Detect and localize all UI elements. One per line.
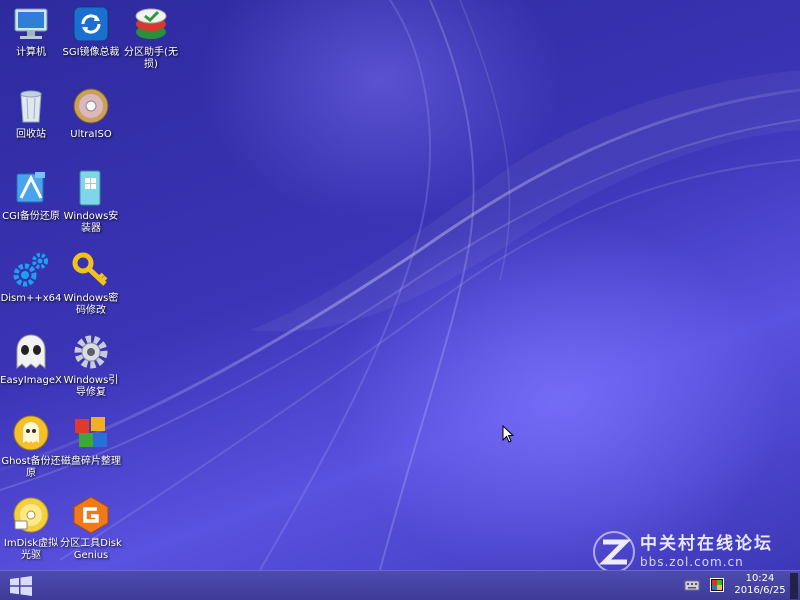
desktop-icon-label: Windows密码修改: [63, 293, 119, 316]
desktop-icon-label: 分区助手(无损): [124, 47, 178, 70]
desktop[interactable]: 计算机 回收站 CGI备份还原 Dism++x64 EasyImageX Gho…: [0, 0, 800, 570]
desktop-icon-easyimagex[interactable]: EasyImageX: [0, 328, 62, 406]
display-icon[interactable]: [710, 578, 724, 592]
gear-icon: [74, 335, 108, 369]
desktop-icon-partition-assistant[interactable]: 分区助手(无损): [120, 0, 182, 78]
zol-watermark: 中关村在线论坛 bbs.zol.com.cn: [592, 530, 797, 570]
desktop-icon-label: Ghost备份还原: [1, 456, 61, 479]
desktop-icon-label: 回收站: [16, 129, 46, 140]
desktop-icon-label: Dism++x64: [0, 293, 62, 304]
desktop-icon-label: UltraISO: [70, 129, 112, 140]
dism-gears-icon: [13, 253, 48, 287]
desktop-icon-defrag[interactable]: 磁盘碎片整理: [60, 409, 122, 487]
desktop-icon-label: 分区工具DiskGenius: [60, 538, 122, 561]
clock-date: 2016/6/25: [734, 585, 786, 596]
desktop-icon-windows-password[interactable]: Windows密码修改: [60, 246, 122, 324]
mouse-pointer-icon: [502, 425, 514, 443]
desktop-icon-imdisk[interactable]: ImDisk虚拟光驱: [0, 491, 62, 569]
diskgenius-icon: [73, 496, 109, 534]
ghost-backup-icon: [13, 415, 49, 451]
desktop-icon-label: ImDisk虚拟光驱: [3, 538, 59, 561]
watermark-url: bbs.zol.com.cn: [640, 555, 744, 569]
desktop-icon-dism[interactable]: Dism++x64: [0, 246, 62, 324]
defrag-blocks-icon: [75, 417, 107, 447]
show-desktop-button[interactable]: [790, 573, 798, 599]
desktop-icon-windows-installer[interactable]: Windows安装器: [60, 164, 122, 242]
key-icon: [72, 252, 108, 286]
desktop-icon-diskgenius[interactable]: 分区工具DiskGenius: [60, 491, 122, 569]
windows-installer-icon: [79, 170, 101, 206]
desktop-icon-cgi-backup[interactable]: CGI备份还原: [0, 164, 62, 242]
computer-icon: [14, 8, 48, 39]
desktop-icon-label: Windows安装器: [63, 211, 119, 234]
desktop-icon-boot-repair[interactable]: Windows引导修复: [60, 328, 122, 406]
ghost-face-icon: [16, 334, 46, 370]
watermark-text: 中关村在线论坛 bbs.zol.com.cn: [640, 534, 773, 570]
desktop-icon-label: EasyImageX: [0, 375, 62, 386]
desktop-icon-label: 计算机: [16, 47, 46, 58]
desktop-icon-computer[interactable]: 计算机: [0, 0, 62, 78]
desktop-icon-sgi[interactable]: SGI镜像总裁: [60, 0, 122, 78]
windows-logo-icon[interactable]: [6, 574, 36, 598]
clock-time: 10:24: [745, 573, 775, 584]
zol-logo-icon: [593, 531, 635, 570]
cgi-backup-icon: [16, 172, 45, 203]
desktop-icon-label: Windows引导修复: [63, 375, 119, 398]
desktop-icon-ultraiso[interactable]: UltraISO: [60, 82, 122, 160]
desktop-icon-ghost-backup[interactable]: Ghost备份还原: [0, 409, 62, 487]
system-clock[interactable]: 10:24 2016/6/25: [734, 573, 786, 597]
taskbar: 10:24 2016/6/25: [0, 570, 800, 600]
sgi-sync-icon: [73, 6, 109, 42]
partition-assistant-icon: [135, 8, 167, 39]
desktop-icon-recycle-bin[interactable]: 回收站: [0, 82, 62, 160]
keyboard-icon[interactable]: [684, 578, 700, 592]
recycle-bin-icon: [20, 90, 42, 123]
desktop-icon-label: SGI镜像总裁: [62, 47, 120, 58]
ultraiso-disc-icon: [73, 88, 109, 124]
watermark-title: 中关村在线论坛: [640, 534, 773, 554]
desktop-icon-label: 磁盘碎片整理: [61, 456, 121, 467]
desktop-icon-label: CGI备份还原: [2, 211, 60, 222]
virtual-cd-icon: [13, 497, 49, 533]
